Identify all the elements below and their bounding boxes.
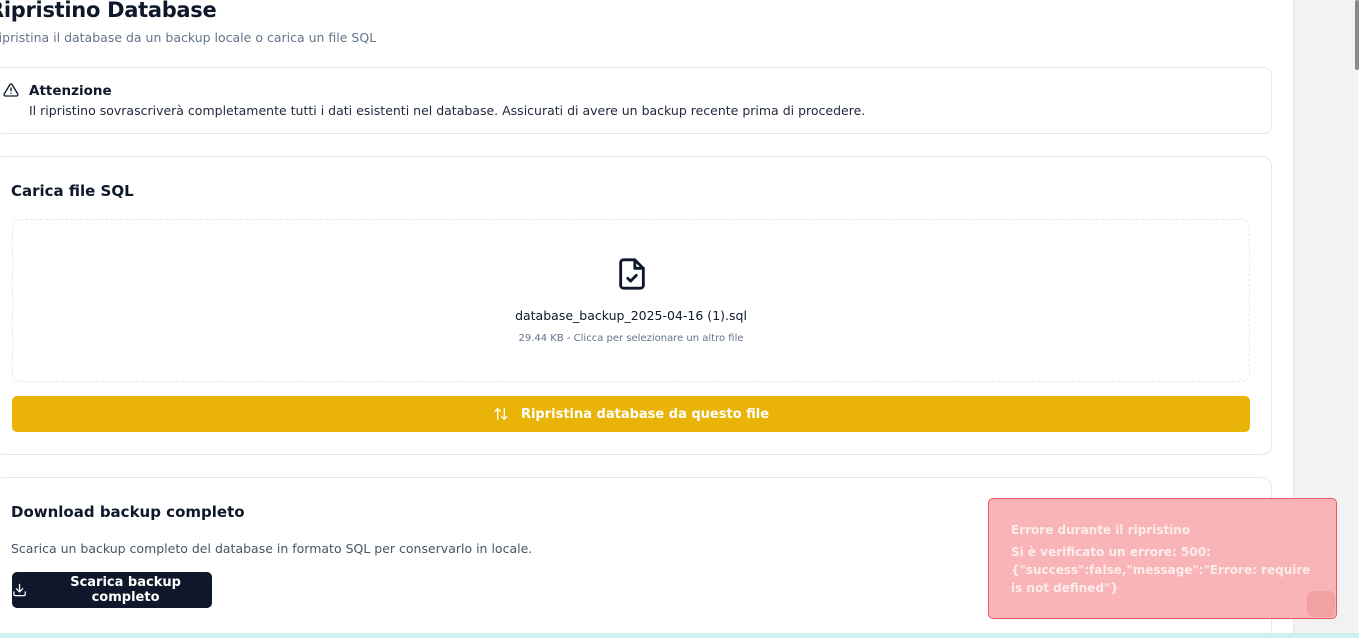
- toast-message: Si è verificato un errore: 500: {"succes…: [1011, 545, 1311, 595]
- scrollbar-thumb[interactable]: [1355, 0, 1359, 70]
- selected-file-name: database_backup_2025-04-16 (1).sql: [515, 308, 747, 323]
- page-title: Ripristino Database: [0, 0, 217, 22]
- scrollbar-track[interactable]: [1355, 0, 1359, 638]
- download-description: Scarica un backup completo del database …: [11, 541, 533, 556]
- file-dropzone[interactable]: database_backup_2025-04-16 (1).sql 29.44…: [12, 219, 1250, 382]
- toast-dismiss-button[interactable]: [1307, 591, 1335, 617]
- viewport: Ripristino Database Ripristina il databa…: [0, 0, 1359, 638]
- download-backup-button[interactable]: Scarica backup completo: [12, 572, 212, 608]
- restore-database-label: Ripristina database da questo file: [520, 406, 770, 422]
- restore-database-button[interactable]: Ripristina database da questo file: [12, 396, 1250, 432]
- download-icon: [13, 583, 26, 597]
- alert-triangle-icon: [3, 83, 19, 97]
- upload-card: Carica file SQL database_backup_2025-04-…: [0, 156, 1272, 455]
- warning-text: Il ripristino sovrascriverà completament…: [29, 103, 866, 118]
- warning-alert: Attenzione Il ripristino sovrascriverà c…: [0, 67, 1272, 134]
- upload-card-title: Carica file SQL: [11, 182, 134, 200]
- download-backup-label: Scarica backup completo: [70, 575, 181, 605]
- arrow-up-down-icon: [494, 408, 508, 420]
- download-card-title: Download backup completo: [11, 503, 245, 521]
- file-check-icon: [619, 258, 645, 290]
- warning-title: Attenzione: [29, 83, 112, 99]
- error-toast[interactable]: Errore durante il ripristino Si è verifi…: [988, 498, 1337, 619]
- page-subtitle: Ripristina il database da un backup loca…: [0, 30, 377, 45]
- bottom-strip: [0, 633, 1359, 638]
- toast-title: Errore durante il ripristino: [1011, 523, 1191, 537]
- selected-file-meta: 29.44 KB - Clicca per selezionare un alt…: [518, 333, 744, 344]
